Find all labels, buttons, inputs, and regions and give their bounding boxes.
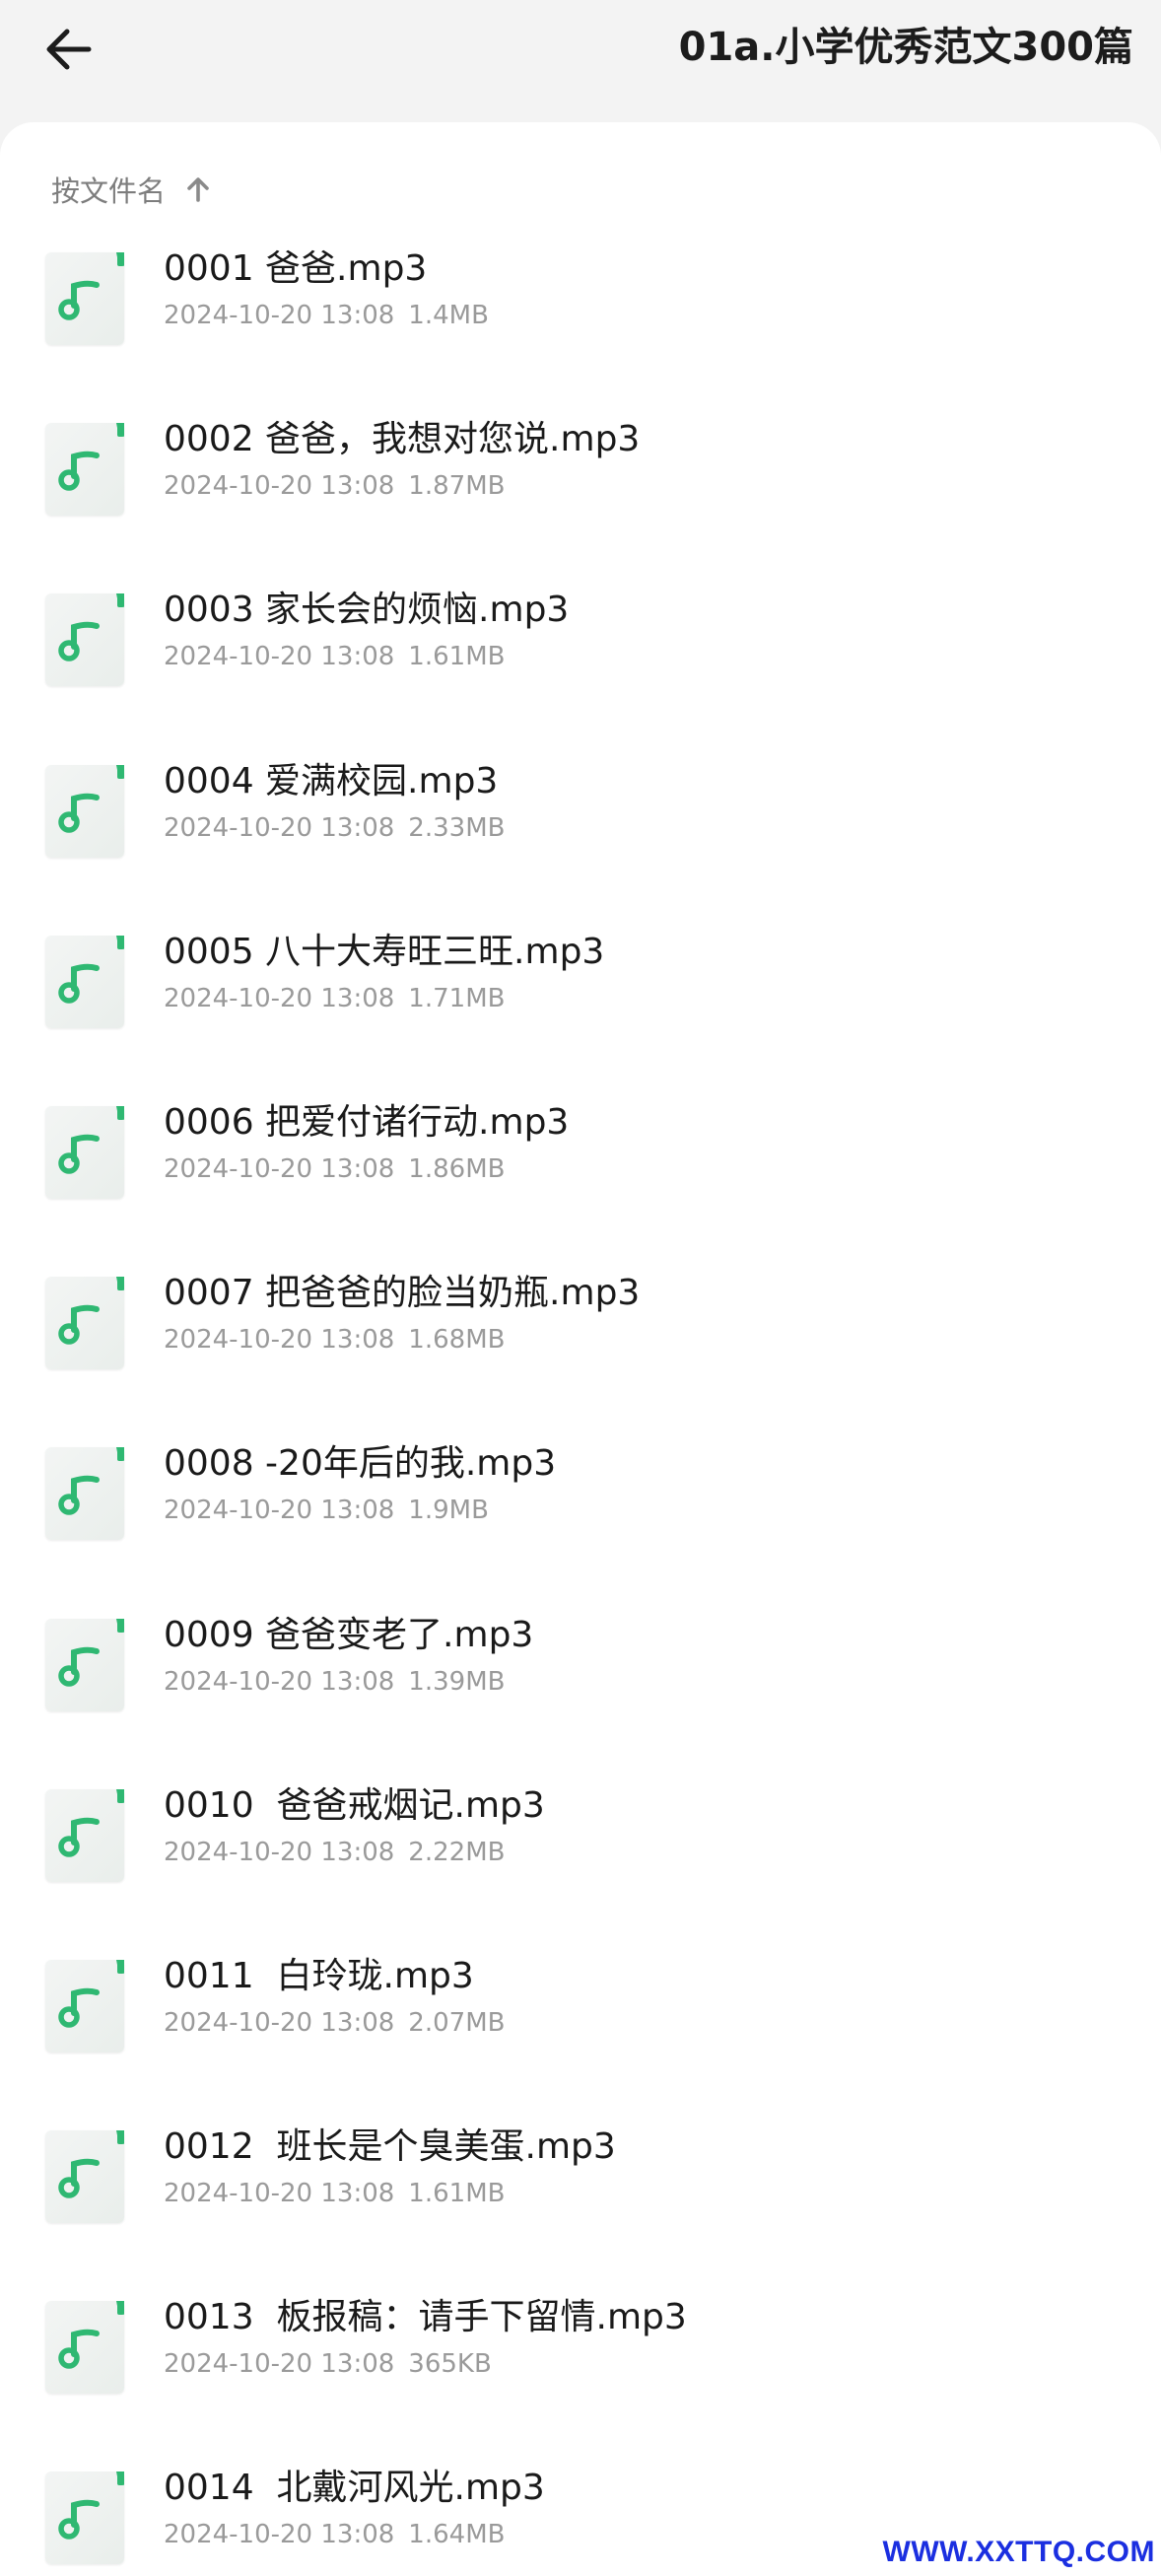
file-date: 2024-10-20 13:08 [164, 2007, 395, 2038]
music-note-icon [45, 1618, 124, 1711]
file-name: 0009 爸爸变老了.mp3 [164, 1614, 534, 1655]
file-meta: 2024-10-20 13:08 1.9MB [164, 1491, 489, 1530]
file-list-panel: 按文件名 0001 爸爸.mp3 2024-10-20 13:08 1.4MB 000… [0, 122, 1161, 2576]
file-meta: 2024-10-20 13:08 1.4MB [164, 296, 489, 335]
file-date: 2024-10-20 13:08 [164, 471, 395, 502]
file-name: 0005 八十大寿旺三旺.mp3 [164, 931, 605, 972]
file-meta: 2024-10-20 13:08 1.86MB [164, 1149, 505, 1189]
file-date: 2024-10-20 13:08 [164, 2349, 395, 2380]
music-note-icon [45, 2130, 124, 2224]
file-meta: 2024-10-20 13:08 365KB [164, 2344, 492, 2384]
file-meta: 2024-10-20 13:08 2.33MB [164, 808, 505, 848]
file-size: 1.86MB [408, 1153, 506, 1184]
sort-by-filename-button[interactable]: 按文件名 [51, 160, 213, 219]
music-note-icon [45, 1959, 124, 2053]
file-meta: 2024-10-20 13:08 1.68MB [164, 1320, 505, 1359]
file-date: 2024-10-20 13:08 [164, 1496, 395, 1526]
file-size: 1.61MB [408, 2179, 506, 2209]
file-size: 2.07MB [408, 2007, 506, 2038]
music-note-icon [45, 764, 124, 858]
file-date: 2024-10-20 13:08 [164, 2179, 395, 2209]
file-name: 0010 爸爸戒烟记.mp3 [164, 1784, 545, 1826]
file-date: 2024-10-20 13:08 [164, 983, 395, 1013]
file-meta: 2024-10-20 13:08 1.64MB [164, 2515, 505, 2554]
music-note-icon [45, 1105, 124, 1199]
file-name: 0013 板报稿：请手下留情.mp3 [164, 2297, 687, 2338]
file-list-item[interactable]: 0006 把爱付诸行动.mp3 2024-10-20 13:08 1.86MB [0, 1096, 1161, 1267]
file-name: 0001 爸爸.mp3 [164, 248, 428, 289]
file-name: 0008 -20年后的我.mp3 [164, 1443, 557, 1485]
file-size: 2.33MB [408, 812, 506, 843]
file-list-item[interactable]: 0010 爸爸戒烟记.mp3 2024-10-20 13:08 2.22MB [0, 1779, 1161, 1950]
watermark-text: WWW.XXTTQ.COM [882, 2536, 1155, 2568]
file-size: 1.87MB [408, 471, 506, 502]
file-date: 2024-10-20 13:08 [164, 642, 395, 672]
header: 01a.小学优秀范文300篇 [0, 0, 1161, 122]
file-size: 1.71MB [408, 983, 506, 1013]
file-meta: 2024-10-20 13:08 1.39MB [164, 1662, 505, 1702]
file-name: 0002 爸爸，我想对您说.mp3 [164, 419, 641, 460]
app-screen: 01a.小学优秀范文300篇 按文件名 0001 爸爸.mp3 2024-10-2… [0, 0, 1161, 2576]
file-meta: 2024-10-20 13:08 1.61MB [164, 637, 505, 676]
arrow-up-icon [183, 174, 213, 204]
music-note-icon [45, 1277, 124, 1370]
music-note-icon [45, 1788, 124, 1882]
file-size: 1.64MB [408, 2520, 506, 2550]
sort-label: 按文件名 [51, 174, 167, 208]
file-list-item[interactable]: 0002 爸爸，我想对您说.mp3 2024-10-20 13:08 1.87MB [0, 413, 1161, 584]
file-list: 0001 爸爸.mp3 2024-10-20 13:08 1.4MB 0002 爸爸，… [0, 243, 1161, 2576]
file-list-item[interactable]: 0009 爸爸变老了.mp3 2024-10-20 13:08 1.39MB [0, 1609, 1161, 1779]
file-date: 2024-10-20 13:08 [164, 2520, 395, 2550]
file-list-item[interactable]: 0008 -20年后的我.mp3 2024-10-20 13:08 1.9MB [0, 1437, 1161, 1608]
file-list-item[interactable]: 0007 把爸爸的脸当奶瓶.mp3 2024-10-20 13:08 1.68MB [0, 1267, 1161, 1437]
file-list-item[interactable]: 0001 爸爸.mp3 2024-10-20 13:08 1.4MB [0, 243, 1161, 413]
file-size: 365KB [408, 2349, 492, 2380]
file-name: 0006 把爱付诸行动.mp3 [164, 1101, 570, 1143]
back-button[interactable] [30, 10, 108, 89]
file-meta: 2024-10-20 13:08 2.07MB [164, 2003, 505, 2043]
file-name: 0014 北戴河风光.mp3 [164, 2468, 545, 2509]
music-note-icon [45, 252, 124, 345]
file-list-item[interactable]: 0003 家长会的烦恼.mp3 2024-10-20 13:08 1.61MB [0, 584, 1161, 754]
file-meta: 2024-10-20 13:08 1.71MB [164, 979, 505, 1018]
file-date: 2024-10-20 13:08 [164, 1837, 395, 1867]
file-size: 1.4MB [408, 301, 489, 330]
file-name: 0003 家长会的烦恼.mp3 [164, 590, 570, 631]
file-list-item[interactable]: 0005 八十大寿旺三旺.mp3 2024-10-20 13:08 1.71MB [0, 926, 1161, 1096]
file-size: 1.39MB [408, 1666, 506, 1697]
file-meta: 2024-10-20 13:08 1.61MB [164, 2174, 505, 2213]
file-date: 2024-10-20 13:08 [164, 812, 395, 843]
file-date: 2024-10-20 13:08 [164, 1153, 395, 1184]
file-name: 0004 爱满校园.mp3 [164, 760, 499, 801]
file-meta: 2024-10-20 13:08 1.87MB [164, 466, 505, 506]
file-list-item[interactable]: 0013 板报稿：请手下留情.mp3 2024-10-20 13:08 365KB [0, 2291, 1161, 2462]
file-list-item[interactable]: 0011 白玲珑.mp3 2024-10-20 13:08 2.07MB [0, 1950, 1161, 2121]
file-name: 0012 班长是个臭美蛋.mp3 [164, 2126, 616, 2168]
file-size: 1.61MB [408, 642, 506, 672]
file-date: 2024-10-20 13:08 [164, 1666, 395, 1697]
music-note-icon [45, 2301, 124, 2395]
file-meta: 2024-10-20 13:08 2.22MB [164, 1833, 505, 1872]
file-list-item[interactable]: 0004 爱满校园.mp3 2024-10-20 13:08 2.33MB [0, 755, 1161, 926]
music-note-icon [45, 593, 124, 687]
page-title: 01a.小学优秀范文300篇 [678, 25, 1133, 70]
music-note-icon [45, 423, 124, 517]
file-name: 0011 白玲珑.mp3 [164, 1955, 474, 1996]
file-size: 2.22MB [408, 1837, 506, 1867]
music-note-icon [45, 2472, 124, 2565]
file-name: 0007 把爸爸的脸当奶瓶.mp3 [164, 1273, 641, 1314]
file-date: 2024-10-20 13:08 [164, 301, 395, 330]
music-note-icon [45, 935, 124, 1028]
file-list-item[interactable]: 0012 班长是个臭美蛋.mp3 2024-10-20 13:08 1.61MB [0, 2121, 1161, 2291]
arrow-left-icon [46, 29, 92, 70]
file-date: 2024-10-20 13:08 [164, 1325, 395, 1356]
file-size: 1.68MB [408, 1325, 506, 1356]
file-size: 1.9MB [408, 1496, 489, 1526]
music-note-icon [45, 1447, 124, 1541]
